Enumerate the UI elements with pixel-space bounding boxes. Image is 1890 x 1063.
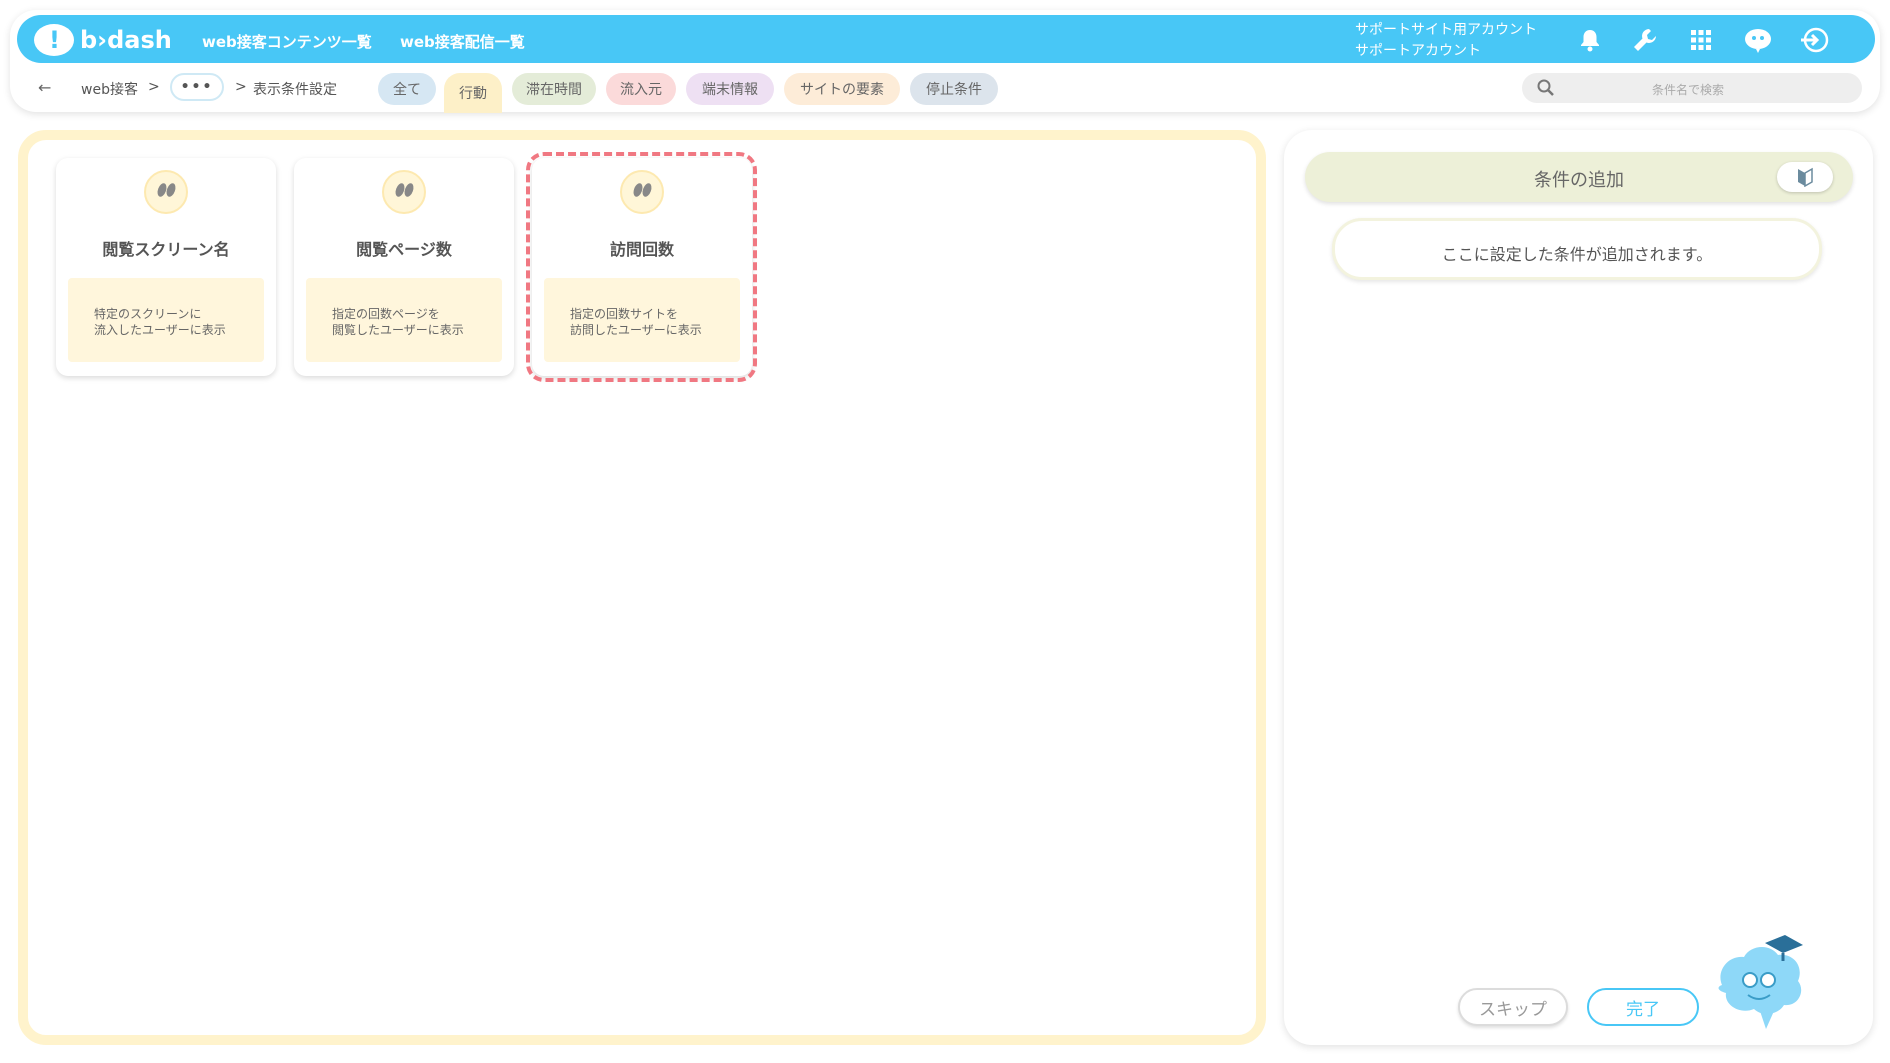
footprints-icon: [382, 170, 426, 214]
logo-text: b›dash: [80, 26, 172, 54]
card-title: 閲覧ページ数: [356, 240, 452, 259]
bell-icon[interactable]: [1575, 25, 1605, 55]
tab-stay-time[interactable]: 滞在時間: [512, 73, 596, 105]
breadcrumb-separator: >: [235, 79, 247, 95]
tab-device-info[interactable]: 端末情報: [686, 73, 774, 105]
nav-delivery-list[interactable]: web接客配信一覧: [400, 31, 525, 52]
search-input[interactable]: 条件名で検索: [1522, 73, 1862, 103]
card-description: 特定のスクリーンに 流入したユーザーに表示: [68, 278, 264, 362]
breadcrumb-more-button[interactable]: •••: [170, 73, 224, 101]
condition-dropzone[interactable]: ここに設定した条件が追加されます。: [1332, 218, 1822, 280]
tab-label: 流入元: [620, 82, 662, 98]
tab-stop-condition[interactable]: 停止条件: [910, 73, 998, 105]
search-icon: [1536, 78, 1556, 102]
add-condition-label: 条件の追加: [1534, 170, 1624, 191]
beginner-mark-icon: [1798, 167, 1813, 187]
tab-label: 停止条件: [926, 82, 982, 98]
beginner-toggle[interactable]: [1777, 162, 1833, 192]
tab-label: 全て: [393, 82, 421, 98]
account-info[interactable]: サポートサイト用アカウント サポートアカウント: [1355, 20, 1537, 62]
card-title: 閲覧スクリーン名: [102, 240, 230, 259]
account-site-name: サポートサイト用アカウント: [1355, 22, 1537, 38]
tab-behavior[interactable]: 行動: [444, 73, 502, 113]
back-arrow-icon[interactable]: ←: [38, 78, 51, 97]
wrench-icon[interactable]: [1630, 25, 1660, 55]
highlight-dashed-outline: [526, 152, 757, 382]
card-description: 指定の回数ページを 閲覧したユーザーに表示: [306, 278, 502, 362]
card-description-line: 指定の回数ページを: [332, 307, 440, 321]
search-placeholder: 条件名で検索: [1652, 83, 1725, 97]
condition-card-page-views[interactable]: 閲覧ページ数 指定の回数ページを 閲覧したユーザーに表示: [294, 158, 514, 376]
dropzone-placeholder: ここに設定した条件が追加されます。: [1441, 245, 1713, 264]
tab-site-element[interactable]: サイトの要素: [784, 73, 900, 105]
tab-referrer[interactable]: 流入元: [606, 73, 676, 105]
logo-bubble-icon: [34, 24, 74, 56]
tab-label: サイトの要素: [800, 82, 884, 98]
breadcrumb-separator: >: [148, 79, 160, 95]
mascot-character-icon[interactable]: [1710, 925, 1810, 1039]
tab-label: 滞在時間: [526, 82, 582, 98]
tab-label: 端末情報: [702, 82, 758, 98]
nav-content-list[interactable]: web接客コンテンツ一覧: [202, 31, 372, 52]
card-description-line: 流入したユーザーに表示: [94, 323, 226, 337]
condition-card-screen-name[interactable]: 閲覧スクリーン名 特定のスクリーンに 流入したユーザーに表示: [56, 158, 276, 376]
breadcrumb-web-service[interactable]: web接客: [81, 79, 138, 99]
breadcrumb-current: 表示条件設定: [253, 82, 337, 98]
grid-icon[interactable]: [1686, 25, 1716, 55]
tab-all[interactable]: 全て: [378, 73, 436, 105]
footprints-icon: [144, 170, 188, 214]
done-button[interactable]: 完了: [1587, 988, 1699, 1026]
card-description-line: 特定のスクリーンに: [94, 307, 202, 321]
add-condition-bar[interactable]: 条件の追加: [1305, 152, 1853, 202]
skip-button[interactable]: スキップ: [1458, 988, 1568, 1026]
mascot-chat-icon[interactable]: [1743, 25, 1773, 55]
logo[interactable]: b›dash: [34, 24, 172, 56]
account-user-name: サポートアカウント: [1355, 43, 1481, 59]
logout-icon[interactable]: [1799, 25, 1829, 55]
tab-label: 行動: [459, 86, 487, 102]
card-description-line: 閲覧したユーザーに表示: [332, 323, 464, 337]
